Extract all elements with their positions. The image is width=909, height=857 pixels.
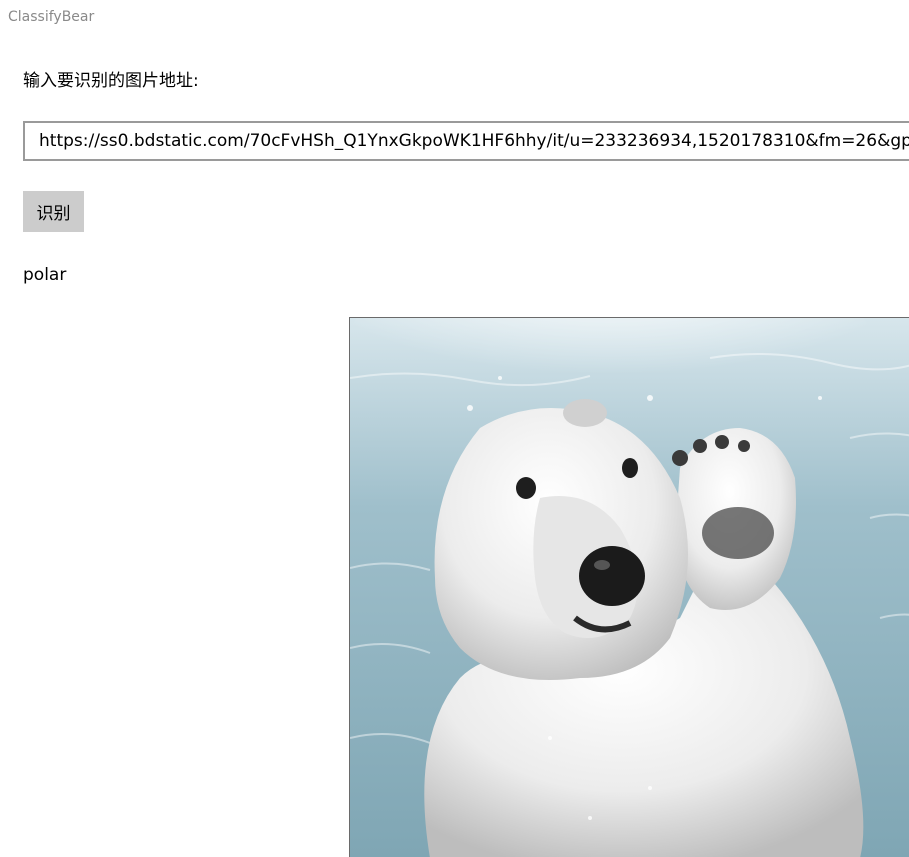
classification-result: polar bbox=[23, 265, 67, 285]
preview-image bbox=[349, 317, 909, 857]
app-title: ClassifyBear bbox=[8, 9, 95, 25]
url-prompt-label: 输入要识别的图片地址: bbox=[23, 71, 199, 91]
classify-button[interactable]: 识别 bbox=[23, 191, 84, 232]
polar-bear-photo bbox=[350, 318, 909, 857]
image-url-input[interactable] bbox=[23, 121, 909, 161]
